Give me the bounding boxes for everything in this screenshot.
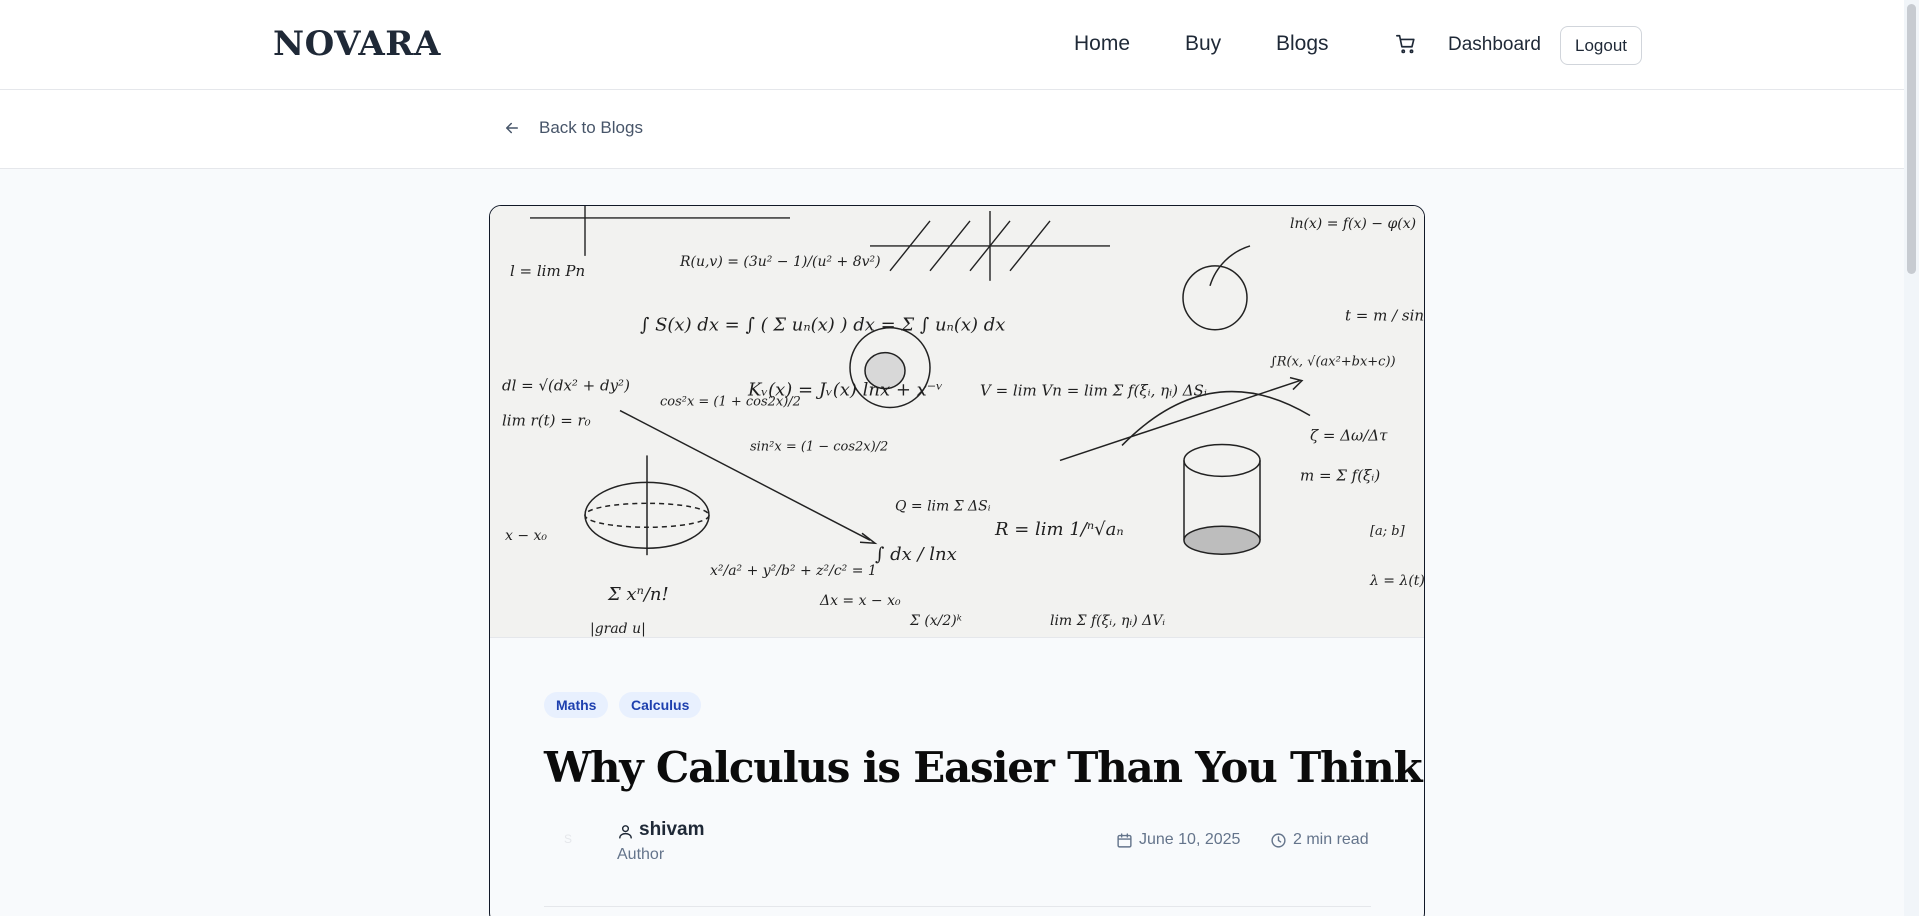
svg-text:λ = λ(t): λ = λ(t) <box>1369 573 1425 589</box>
scrollbar[interactable] <box>1904 0 1919 916</box>
svg-text:Σ (x/2)ᵏ: Σ (x/2)ᵏ <box>909 613 962 629</box>
top-navbar: NOVARA Home Buy Blogs Dashboard Logout <box>0 0 1919 90</box>
back-label: Back to Blogs <box>539 118 643 137</box>
post-title: Why Calculus is Easier Than You Think <box>544 743 1424 796</box>
logout-button[interactable]: Logout <box>1560 26 1642 65</box>
back-to-blogs-link[interactable]: Back to Blogs <box>503 118 643 138</box>
clock-icon <box>1271 832 1286 848</box>
scrollbar-thumb[interactable] <box>1907 4 1916 274</box>
svg-text:x²/a² + y²/b² + z²/c² = 1: x²/a² + y²/b² + z²/c² = 1 <box>710 563 877 579</box>
svg-text:cos²x = (1 + cos2x)/2: cos²x = (1 + cos2x)/2 <box>660 395 801 410</box>
svg-text:∫R(x, √(ax²+bx+c)): ∫R(x, √(ax²+bx+c)) <box>1270 355 1396 370</box>
read-time-text: 2 min read <box>1293 831 1369 848</box>
svg-text:x − x₀: x − x₀ <box>505 528 547 544</box>
svg-text:Q = lim Σ ΔSᵢ: Q = lim Σ ΔSᵢ <box>895 498 991 514</box>
read-time: 2 min read <box>1270 831 1369 849</box>
nav-dashboard[interactable]: Dashboard <box>1448 34 1541 56</box>
back-bar: Back to Blogs <box>0 90 1919 169</box>
cart-icon[interactable] <box>1395 33 1417 55</box>
svg-text:l = lim Pn: l = lim Pn <box>510 262 585 280</box>
calendar-icon <box>1117 832 1132 848</box>
svg-text:t = m / sinz: t = m / sinz <box>1345 307 1425 325</box>
tag-calculus[interactable]: Calculus <box>619 692 702 718</box>
meta-divider <box>544 906 1371 907</box>
svg-text:m = Σ f(ξᵢ): m = Σ f(ξᵢ) <box>1300 466 1380 484</box>
svg-text:∫ dx / lnx: ∫ dx / lnx <box>875 544 957 565</box>
author-role: Author <box>617 846 665 863</box>
nav-blogs[interactable]: Blogs <box>1276 32 1329 56</box>
post-date: June 10, 2025 <box>1116 831 1240 849</box>
nav-buy[interactable]: Buy <box>1185 32 1221 56</box>
svg-text:R(u,v) = (3u² − 1)/(u² + 8v²): R(u,v) = (3u² − 1)/(u² + 8v²) <box>679 254 881 270</box>
arrow-left-icon <box>506 122 518 134</box>
svg-text:|grad u|: |grad u| <box>590 621 646 637</box>
post-title-text: Why Calculus is Easier Than You Think <box>544 743 1423 792</box>
svg-text:∫ S(x) dx = ∫ ( Σ uₙ(x) ) dx =: ∫ S(x) dx = ∫ ( Σ uₙ(x) ) dx = Σ ∫ uₙ(x)… <box>640 315 1005 336</box>
hero-illustration: ∫ S(x) dx = ∫ ( Σ uₙ(x) ) dx = Σ ∫ uₙ(x)… <box>490 206 1425 637</box>
post-date-text: June 10, 2025 <box>1139 831 1241 848</box>
svg-text:lim r(t) = r₀: lim r(t) = r₀ <box>502 412 591 430</box>
svg-text:ζ = Δω/Δτ: ζ = Δω/Δτ <box>1310 426 1388 444</box>
brand-logo[interactable]: NOVARA <box>273 24 441 64</box>
nav-home[interactable]: Home <box>1074 32 1130 56</box>
blog-post-card: ∫ S(x) dx = ∫ ( Σ uₙ(x) ) dx = Σ ∫ uₙ(x)… <box>489 205 1425 916</box>
svg-text:[a; b]: [a; b] <box>1370 524 1406 539</box>
svg-text:V = lim Vn = lim Σ f(ξᵢ, ηᵢ) Δ: V = lim Vn = lim Σ f(ξᵢ, ηᵢ) ΔSᵢ <box>980 382 1207 400</box>
svg-text:R = lim 1/ⁿ√aₙ: R = lim 1/ⁿ√aₙ <box>994 519 1124 540</box>
svg-text:ln(x) = f(x) − φ(x): ln(x) = f(x) − φ(x) <box>1290 216 1416 232</box>
svg-text:Σ xⁿ/n!: Σ xⁿ/n! <box>607 584 669 605</box>
author-avatar: S <box>563 832 572 846</box>
svg-text:Δx = x − x₀: Δx = x − x₀ <box>819 593 901 609</box>
svg-text:sin²x = (1 − cos2x)/2: sin²x = (1 − cos2x)/2 <box>750 439 888 454</box>
tag-maths[interactable]: Maths <box>544 692 609 718</box>
hero-image: ∫ S(x) dx = ∫ ( Σ uₙ(x) ) dx = Σ ∫ uₙ(x)… <box>490 206 1425 638</box>
author-name[interactable]: shivam <box>639 819 704 841</box>
user-icon <box>619 825 632 839</box>
svg-text:dl = √(dx² + dy²): dl = √(dx² + dy²) <box>502 377 630 395</box>
svg-text:lim Σ f(ξᵢ, ηᵢ) ΔVᵢ: lim Σ f(ξᵢ, ηᵢ) ΔVᵢ <box>1050 613 1165 629</box>
